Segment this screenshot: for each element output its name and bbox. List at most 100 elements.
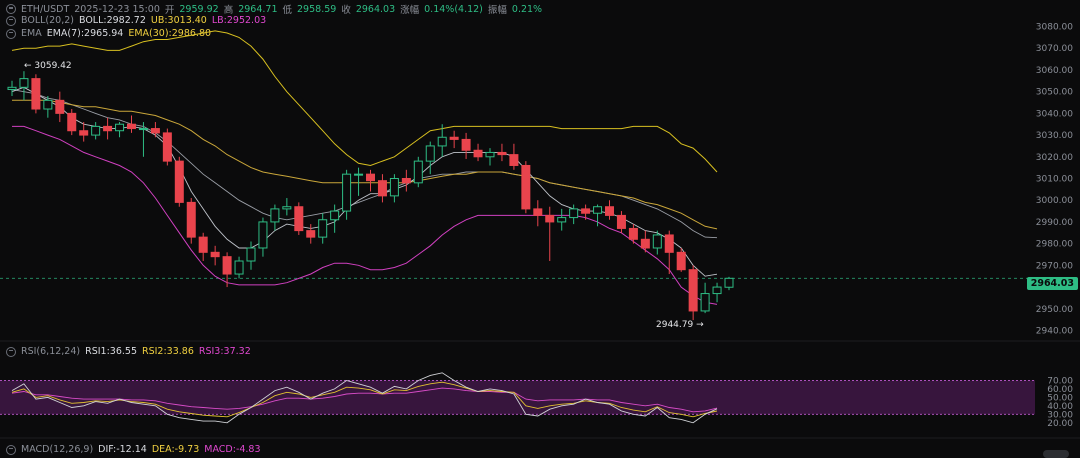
candle-body <box>258 221 268 249</box>
candle-body <box>282 206 292 210</box>
y-tick-label: 2950.00 <box>1036 305 1073 315</box>
rsi-overbought-band <box>0 380 1035 415</box>
candle-body <box>7 86 17 90</box>
change-value: 0.14%(4.12) <box>424 3 483 15</box>
rsi-toggle-icon[interactable] <box>6 346 16 357</box>
candle-body <box>55 99 65 114</box>
y-tick-label: 3060.00 <box>1036 66 1073 76</box>
rsi3-value: RSI3:37.32 <box>198 346 251 357</box>
candle-body <box>115 123 125 132</box>
candle-body <box>294 206 304 232</box>
candle-body <box>521 164 531 210</box>
candle-body <box>700 293 710 312</box>
candle-body <box>724 277 734 288</box>
high-label: 高 <box>223 5 234 16</box>
ema-name: EMA <box>21 28 42 39</box>
last-price-tag: 2964.03 <box>1026 277 1078 290</box>
macd-value: MACD:-4.83 <box>204 444 261 455</box>
candle-body <box>43 99 53 110</box>
y-tick-label: 3010.00 <box>1036 175 1073 185</box>
boll-ub-value: UB:3013.40 <box>150 15 207 26</box>
candle-body <box>354 173 364 176</box>
scroll-handle[interactable] <box>1043 450 1069 458</box>
candle-body <box>449 136 459 140</box>
open-value: 2959.92 <box>179 3 219 15</box>
ema-toggle-icon[interactable] <box>6 28 16 39</box>
candle-body <box>234 260 244 275</box>
low-annotation-value: 2944.79 <box>656 320 694 330</box>
boll-toggle-icon[interactable] <box>6 15 16 26</box>
candle-body <box>79 130 89 136</box>
candle-body <box>593 206 603 214</box>
candle-body <box>210 251 220 258</box>
amplitude-label: 振幅 <box>487 5 507 16</box>
ema7-value: EMA(7):2965.94 <box>46 28 124 39</box>
candle-body <box>138 128 148 131</box>
rsi-name: RSI(6,12,24) <box>21 346 81 357</box>
macd-name: MACD(12,26,9) <box>21 444 94 455</box>
candle-body <box>222 256 232 275</box>
y-tick-label: 3030.00 <box>1036 131 1073 141</box>
candle-body <box>664 234 674 253</box>
candle-body <box>162 132 172 162</box>
candle-body <box>581 208 591 214</box>
high-value: 2964.71 <box>238 3 278 15</box>
low-value: 2958.59 <box>297 3 337 15</box>
datetime-label: 2025-12-23 15:00 <box>74 3 160 15</box>
candle-body <box>186 201 196 238</box>
rsi2-value: RSI2:33.86 <box>141 346 194 357</box>
y-tick-label: 3020.00 <box>1036 153 1073 163</box>
candle-body <box>67 112 77 132</box>
candle-body <box>712 286 722 295</box>
boll-lb-value: LB:2952.03 <box>211 15 267 26</box>
high-annotation-value: 3059.42 <box>34 61 72 71</box>
y-tick-label: 2980.00 <box>1036 240 1073 250</box>
price-chart-canvas[interactable]: 3080.00 3070.00 3060.00 3050.00 3040.00 3030.… <box>0 0 1080 456</box>
candle-body <box>413 160 423 184</box>
rsi-legend: RSI(6,12,24) RSI1:36.55 RSI2:33.86 RSI3:… <box>6 346 251 357</box>
candle-body <box>425 145 435 162</box>
candle-body <box>485 151 495 158</box>
candle-body <box>377 180 387 197</box>
boll-name: BOLL(20,2) <box>21 15 74 26</box>
candle-body <box>306 230 316 238</box>
candle-body <box>616 214 626 229</box>
y-tick-label: 2990.00 <box>1036 218 1073 228</box>
candle-body <box>127 123 136 130</box>
low-label: 低 <box>282 5 293 16</box>
candle-body <box>91 125 101 136</box>
candle-body <box>31 78 41 110</box>
candle-body <box>103 125 113 132</box>
candle-body <box>150 128 160 134</box>
candle-body <box>389 178 399 197</box>
boll-legend: BOLL(20,2) BOLL:2982.72 UB:3013.40 LB:29… <box>6 15 266 26</box>
ema30-value: EMA(30):2986.80 <box>128 28 212 39</box>
candle-body <box>676 251 686 271</box>
candle-body <box>497 151 507 156</box>
y-tick-label: 2970.00 <box>1036 261 1073 271</box>
candle-body <box>246 247 256 262</box>
chart-stage[interactable]: 3080.00 3070.00 3060.00 3050.00 3040.00 3030.… <box>0 0 1080 458</box>
candle-body <box>605 206 614 216</box>
macd-legend: MACD(12,26,9) DIF:-12.14 DEA:-9.73 MACD:… <box>6 444 261 455</box>
rsi-tick-label: 20.00 <box>1047 419 1073 429</box>
y-tick-label: 3040.00 <box>1036 109 1073 119</box>
candle-body <box>19 78 29 88</box>
candle-body <box>509 154 519 166</box>
y-tick-label: 3070.00 <box>1036 44 1073 54</box>
candle-body <box>640 238 650 249</box>
ohlc-header: ETH/USDT 2025-12-23 15:00 开 2959.92 高 29… <box>6 2 542 16</box>
macd-toggle-icon[interactable] <box>6 444 16 455</box>
boll-mid-value: BOLL:2982.72 <box>78 15 146 26</box>
pair-label: ETH/USDT <box>21 3 70 15</box>
y-tick-label: 3080.00 <box>1036 23 1073 33</box>
close-label: 收 <box>341 5 351 16</box>
candle-body <box>473 149 483 158</box>
ema7-line <box>11 86 718 277</box>
collapse-icon[interactable] <box>6 4 16 14</box>
close-value: 2964.03 <box>355 3 396 15</box>
open-label: 开 <box>164 5 175 16</box>
candle-body <box>342 173 352 212</box>
amplitude-value: 0.21% <box>511 3 543 15</box>
candle-body <box>330 210 340 221</box>
